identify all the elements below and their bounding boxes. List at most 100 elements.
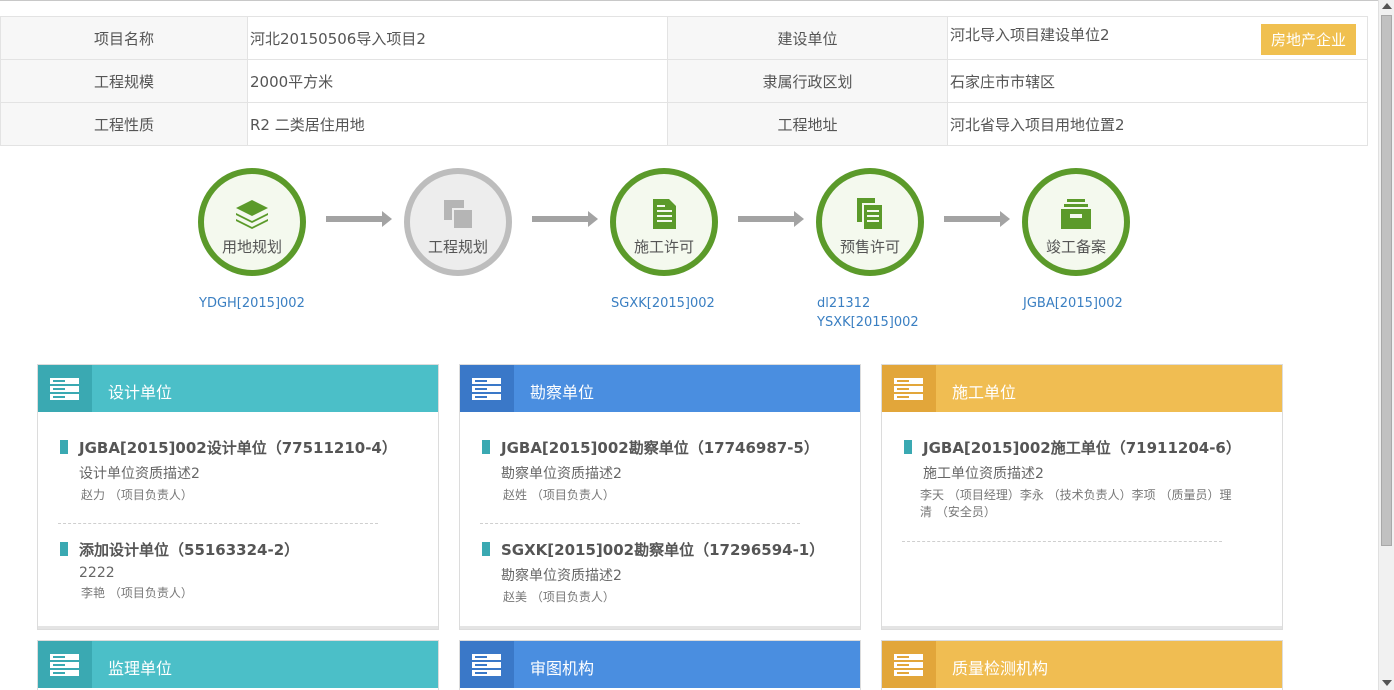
entry-separator: [480, 523, 800, 524]
stage-completion-filing[interactable]: 竣工备案: [1022, 168, 1130, 276]
card-icon-box: [38, 641, 92, 688]
bullet-marker: [482, 542, 490, 556]
card-supervision-unit: 监理单位: [37, 640, 439, 690]
stage-code-link[interactable]: YDGH[2015]002: [199, 295, 305, 312]
card-title: 设计单位: [108, 383, 173, 402]
card-drawing-review: 审图机构: [459, 640, 861, 690]
unit-entry[interactable]: JGBA[2015]002勘察单位（17746987-5） 勘察单位资质描述2 …: [482, 437, 842, 504]
info-label: 工程规模: [0, 59, 248, 103]
stage-land-planning[interactable]: 用地规划: [198, 168, 306, 276]
card-quality-testing: 质量检测机构: [881, 640, 1283, 690]
card-bottom-border: [882, 626, 1282, 629]
stage-code-link[interactable]: YSXK[2015]002: [817, 314, 919, 331]
unit-description: 设计单位资质描述2: [79, 466, 200, 482]
info-value-cell: 河北导入项目建设单位2 房地产企业: [947, 16, 1368, 60]
card-icon-box: [460, 365, 514, 412]
card-header: 监理单位: [38, 641, 438, 688]
stage-name: 施工许可: [633, 238, 694, 256]
server-icon: [894, 654, 923, 676]
stage-name: 竣工备案: [1045, 238, 1106, 256]
bullet-marker: [482, 440, 490, 454]
info-row: 工程性质 R2 二类居住用地 工程地址 河北省导入项目用地位置2: [0, 102, 1368, 146]
unit-title: JGBA[2015]002施工单位（71911204-6）: [923, 439, 1241, 457]
document-icon: [653, 199, 676, 229]
unit-people: 李天 （项目经理）李永 （技术负责人）李项 （质量员）理清 （安全员）: [920, 488, 1232, 519]
stage-code-link[interactable]: SGXK[2015]002: [611, 295, 715, 312]
card-title: 审图机构: [530, 659, 595, 678]
stage-construction-permit[interactable]: 施工许可: [610, 168, 718, 276]
unit-title: JGBA[2015]002勘察单位（17746987-5）: [501, 439, 819, 457]
scrollbar-thumb[interactable]: [1381, 15, 1392, 546]
stage-code-link[interactable]: dl21312: [817, 295, 870, 312]
unit-entry[interactable]: SGXK[2015]002勘察单位（17296594-1） 勘察单位资质描述2 …: [482, 539, 842, 606]
card-icon-box: [38, 365, 92, 412]
unit-title: SGXK[2015]002勘察单位（17296594-1）: [501, 541, 825, 559]
layers-icon: [236, 200, 268, 229]
stage-code-link[interactable]: JGBA[2015]002: [1023, 295, 1123, 312]
copy-icon: [444, 200, 474, 230]
server-icon: [50, 654, 79, 676]
flow-arrow: [738, 211, 804, 227]
unit-entry[interactable]: JGBA[2015]002施工单位（71911204-6） 施工单位资质描述2 …: [904, 437, 1241, 521]
info-label: 建设单位: [667, 16, 948, 60]
stage-presale-permit[interactable]: 预售许可: [816, 168, 924, 276]
card-title: 监理单位: [108, 659, 173, 678]
unit-description: 2222: [79, 565, 115, 581]
info-value: 石家庄市市辖区: [947, 59, 1368, 103]
card-header: 审图机构: [460, 641, 860, 688]
server-icon: [472, 378, 501, 400]
info-label: 项目名称: [0, 16, 248, 60]
info-label: 工程性质: [0, 102, 248, 146]
card-survey-unit: 勘察单位 JGBA[2015]002勘察单位（17746987-5） 勘察单位资…: [459, 364, 861, 630]
top-divider: [0, 0, 1378, 1]
project-detail-page: 项目名称 河北20150506导入项目2 建设单位 河北导入项目建设单位2 房地…: [0, 0, 1394, 690]
card-icon-box: [882, 365, 936, 412]
server-icon: [50, 378, 79, 400]
unit-people: 李艳 （项目负责人）: [81, 586, 193, 600]
entry-separator: [902, 541, 1222, 542]
flow-arrow: [532, 211, 598, 227]
info-value: 河北省导入项目用地位置2: [947, 102, 1368, 146]
unit-title: JGBA[2015]002设计单位（77511210-4）: [79, 439, 397, 457]
unit-people: 赵姓 （项目负责人）: [503, 488, 615, 502]
scroll-up-arrow-icon[interactable]: [1382, 3, 1392, 9]
card-title: 施工单位: [952, 383, 1017, 402]
flow-arrow: [326, 211, 392, 227]
card-title: 勘察单位: [530, 383, 595, 402]
vertical-scrollbar[interactable]: [1378, 0, 1394, 690]
scroll-down-arrow-icon[interactable]: [1382, 680, 1392, 686]
card-construction-unit: 施工单位 JGBA[2015]002施工单位（71911204-6） 施工单位资…: [881, 364, 1283, 630]
card-header: 勘察单位: [460, 365, 860, 412]
unit-people: 赵力 （项目负责人）: [81, 488, 193, 502]
card-title: 质量检测机构: [952, 659, 1049, 678]
bullet-marker: [60, 542, 68, 556]
card-icon-box: [460, 641, 514, 688]
bullet-marker: [904, 440, 912, 454]
unit-title: 添加设计单位（55163324-2）: [79, 541, 300, 559]
card-header: 质量检测机构: [882, 641, 1282, 688]
stage-engineering-planning[interactable]: 工程规划: [404, 168, 512, 276]
card-bottom-border: [460, 626, 860, 629]
info-value: 2000平方米: [247, 59, 668, 103]
info-value: 河北导入项目建设单位2: [950, 25, 1110, 44]
flow-arrow: [944, 211, 1010, 227]
stage-name: 工程规划: [427, 238, 488, 256]
documents-icon: [857, 198, 884, 231]
stage-name: 用地规划: [221, 238, 282, 256]
stage-name: 预售许可: [839, 238, 900, 256]
unit-entry[interactable]: 添加设计单位（55163324-2） 2222 李艳 （项目负责人）: [60, 539, 420, 602]
card-header: 设计单位: [38, 365, 438, 412]
info-row: 项目名称 河北20150506导入项目2 建设单位 河北导入项目建设单位2 房地…: [0, 16, 1368, 60]
unit-people: 赵美 （项目负责人）: [503, 590, 615, 604]
bullet-marker: [60, 440, 68, 454]
server-icon: [472, 654, 501, 676]
info-value: R2 二类居住用地: [247, 102, 668, 146]
entry-separator: [58, 523, 378, 524]
project-info-table: 项目名称 河北20150506导入项目2 建设单位 河北导入项目建设单位2 房地…: [0, 16, 1368, 146]
server-icon: [894, 378, 923, 400]
unit-description: 施工单位资质描述2: [923, 466, 1044, 482]
info-row: 工程规模 2000平方米 隶属行政区划 石家庄市市辖区: [0, 59, 1368, 103]
unit-description: 勘察单位资质描述2: [501, 466, 622, 482]
unit-entry[interactable]: JGBA[2015]002设计单位（77511210-4） 设计单位资质描述2 …: [60, 437, 420, 504]
card-design-unit: 设计单位 JGBA[2015]002设计单位（77511210-4） 设计单位资…: [37, 364, 439, 630]
